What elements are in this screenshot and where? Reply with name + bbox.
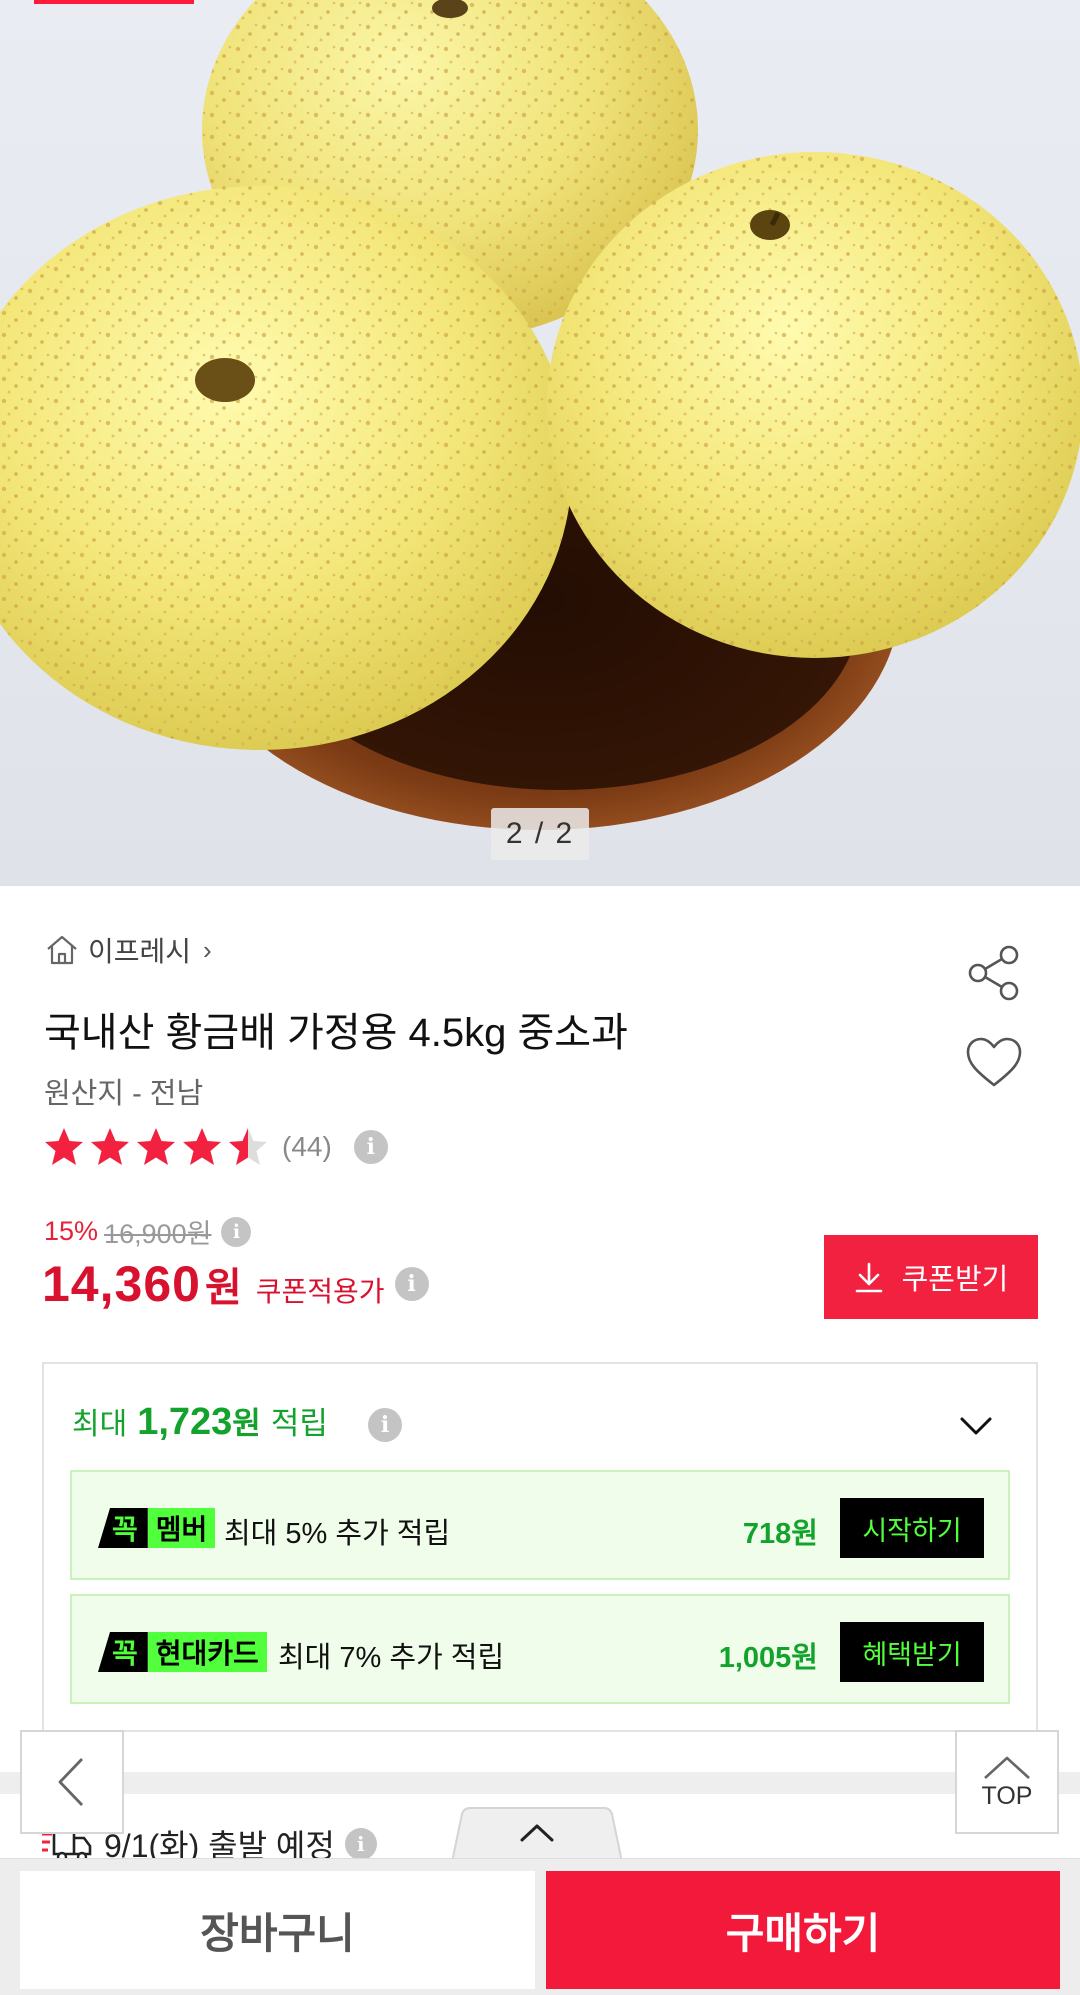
star-full-icon xyxy=(91,1128,129,1165)
star-full-icon xyxy=(137,1128,175,1165)
store-name: 이프레시 xyxy=(88,936,192,967)
reward-panel: 최대 1,723 원 적립 i 꼭 멤버 최대 5% 추가 적립 718원 시작… xyxy=(42,1362,1038,1732)
badge-prefix: 꼭 xyxy=(98,1508,148,1548)
reward-unit: 원 xyxy=(232,1406,261,1441)
promo-hyundai-card: 꼭 현대카드 최대 7% 추가 적립 1,005원 혜택받기 xyxy=(70,1594,1010,1704)
reward-label: 최대 xyxy=(72,1408,128,1441)
chevron-left-icon xyxy=(58,1758,84,1806)
sale-price: 14,360 xyxy=(42,1256,201,1312)
product-title: 국내산 황금배 가정용 4.5kg 중소과 xyxy=(44,1011,628,1055)
star-rating xyxy=(42,1125,270,1169)
hero-accent-bar xyxy=(34,0,194,4)
sale-price-unit: 원 xyxy=(204,1266,242,1310)
star-full-icon xyxy=(183,1128,221,1165)
reward-amount: 1,723 xyxy=(137,1401,233,1443)
original-price: 16,900원 xyxy=(104,1219,212,1249)
reward-summary: 최대 1,723 원 적립 xyxy=(72,1398,328,1444)
chevron-down-icon[interactable] xyxy=(954,1404,998,1448)
coupon-button-label: 쿠폰받기 xyxy=(901,1264,1009,1296)
chevron-up-icon xyxy=(984,1756,1030,1779)
download-icon xyxy=(855,1262,882,1293)
top-label: TOP xyxy=(981,1781,1033,1810)
badge-name: 멤버 xyxy=(147,1508,216,1548)
info-icon[interactable]: i xyxy=(344,1828,377,1860)
chevron-right-icon: › xyxy=(203,934,212,965)
star-full-icon xyxy=(45,1128,83,1165)
badge-name: 현대카드 xyxy=(147,1632,267,1672)
promo-amount: 1,005원 xyxy=(718,1642,818,1674)
scroll-top-button[interactable]: TOP xyxy=(955,1730,1059,1834)
price-meta: 15% 16,900원 i xyxy=(44,1212,252,1251)
review-count[interactable]: (44) xyxy=(282,1131,332,1163)
promo-member: 꼭 멤버 최대 5% 추가 적립 718원 시작하기 xyxy=(70,1470,1010,1580)
expand-options-tab[interactable] xyxy=(452,1806,622,1862)
rating-row[interactable]: (44) i xyxy=(42,1122,388,1172)
coupon-download-button[interactable]: 쿠폰받기 xyxy=(824,1235,1038,1319)
star-half-icon xyxy=(229,1128,267,1165)
promo-description: 최대 5% 추가 적립 xyxy=(224,1518,451,1550)
sale-price-row: 14,360 원 쿠폰적용가 i xyxy=(42,1255,429,1313)
image-page-indicator: 2 / 2 xyxy=(491,808,589,860)
info-icon[interactable]: i xyxy=(221,1216,252,1247)
badge-prefix: 꼭 xyxy=(98,1632,148,1672)
card-badge: 꼭 현대카드 xyxy=(98,1632,267,1672)
share-icon[interactable] xyxy=(964,945,1024,1001)
info-icon[interactable]: i xyxy=(394,1267,429,1301)
product-photo xyxy=(0,0,1080,830)
promo-description: 최대 7% 추가 적립 xyxy=(278,1642,505,1674)
buy-now-button[interactable]: 구매하기 xyxy=(546,1871,1060,1989)
back-button[interactable] xyxy=(20,1730,124,1834)
start-button[interactable]: 시작하기 xyxy=(840,1498,984,1558)
heart-icon[interactable] xyxy=(964,1035,1024,1091)
info-icon[interactable]: i xyxy=(368,1408,402,1442)
product-image-gallery[interactable]: 2 / 2 xyxy=(0,0,1080,886)
info-icon[interactable]: i xyxy=(353,1130,388,1164)
bottom-action-bar: 장바구니 구매하기 xyxy=(0,1858,1080,1995)
product-origin: 원산지 - 전남 xyxy=(44,1078,204,1110)
section-divider xyxy=(0,1772,1080,1794)
add-to-cart-button[interactable]: 장바구니 xyxy=(20,1871,535,1989)
coupon-applied-label: 쿠폰적용가 xyxy=(255,1276,385,1307)
get-benefit-button[interactable]: 혜택받기 xyxy=(840,1622,984,1682)
home-icon xyxy=(47,935,77,965)
promo-amount: 718원 xyxy=(742,1518,818,1550)
discount-rate: 15% xyxy=(44,1216,99,1246)
reward-suffix: 적립 xyxy=(270,1406,328,1441)
member-badge: 꼭 멤버 xyxy=(98,1508,216,1548)
store-link[interactable]: 이프레시 › xyxy=(44,930,212,970)
